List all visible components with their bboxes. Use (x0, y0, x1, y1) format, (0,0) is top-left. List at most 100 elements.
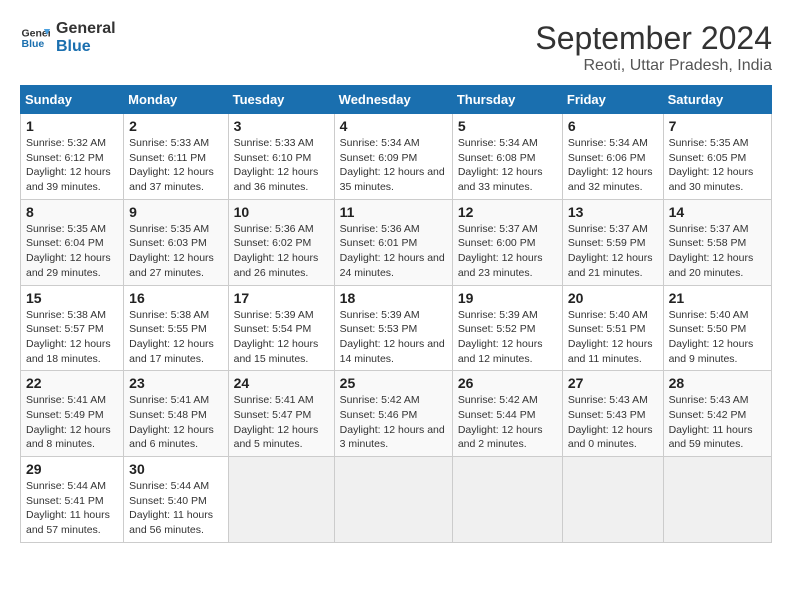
day-number: 9 (129, 204, 222, 220)
cell-details: Sunrise: 5:32 AMSunset: 6:12 PMDaylight:… (26, 137, 111, 193)
day-number: 5 (458, 118, 557, 134)
cell-details: Sunrise: 5:34 AMSunset: 6:06 PMDaylight:… (568, 137, 653, 193)
calendar-cell: 12 Sunrise: 5:37 AMSunset: 6:00 PMDayligh… (452, 199, 562, 285)
calendar-body: 1 Sunrise: 5:32 AMSunset: 6:12 PMDaylight… (21, 114, 772, 543)
calendar-cell: 29Sunrise: 5:44 AMSunset: 5:41 PMDayligh… (21, 457, 124, 543)
day-number: 14 (669, 204, 766, 220)
calendar-cell: 22Sunrise: 5:41 AMSunset: 5:49 PMDayligh… (21, 371, 124, 457)
page-subtitle: Reoti, Uttar Pradesh, India (535, 57, 772, 75)
cell-details: Sunrise: 5:38 AMSunset: 5:57 PMDaylight:… (26, 309, 111, 365)
column-header-tuesday: Tuesday (228, 86, 334, 114)
calendar-cell: 26Sunrise: 5:42 AMSunset: 5:44 PMDayligh… (452, 371, 562, 457)
calendar-cell: 27 Sunrise: 5:43 AMSunset: 5:43 PMDayligh… (562, 371, 663, 457)
calendar-week-row: 1 Sunrise: 5:32 AMSunset: 6:12 PMDaylight… (21, 114, 772, 200)
logo-icon: General Blue (20, 23, 50, 53)
day-number: 19 (458, 290, 557, 306)
day-number: 17 (234, 290, 329, 306)
calendar-week-row: 8Sunrise: 5:35 AMSunset: 6:04 PMDaylight… (21, 199, 772, 285)
cell-details: Sunrise: 5:39 AMSunset: 5:54 PMDaylight:… (234, 309, 319, 365)
calendar-cell (452, 457, 562, 543)
logo-line1: General (56, 20, 116, 38)
cell-details: Sunrise: 5:33 AMSunset: 6:10 PMDaylight:… (234, 137, 319, 193)
cell-details: Sunrise: 5:41 AMSunset: 5:48 PMDaylight:… (129, 394, 214, 450)
calendar-cell: 23 Sunrise: 5:41 AMSunset: 5:48 PMDayligh… (124, 371, 228, 457)
calendar-cell: 13Sunrise: 5:37 AMSunset: 5:59 PMDayligh… (562, 199, 663, 285)
day-number: 12 (458, 204, 557, 220)
calendar-cell: 19 Sunrise: 5:39 AMSunset: 5:52 PMDayligh… (452, 285, 562, 371)
calendar-week-row: 15 Sunrise: 5:38 AMSunset: 5:57 PMDayligh… (21, 285, 772, 371)
calendar-cell: 17 Sunrise: 5:39 AMSunset: 5:54 PMDayligh… (228, 285, 334, 371)
day-number: 27 (568, 375, 658, 391)
day-number: 1 (26, 118, 118, 134)
day-number: 7 (669, 118, 766, 134)
calendar-cell: 25 Sunrise: 5:42 AMSunset: 5:46 PMDayligh… (334, 371, 452, 457)
day-number: 11 (340, 204, 447, 220)
cell-details: Sunrise: 5:35 AMSunset: 6:03 PMDaylight:… (129, 223, 214, 279)
cell-details: Sunrise: 5:35 AMSunset: 6:05 PMDaylight:… (669, 137, 754, 193)
calendar-cell (663, 457, 771, 543)
column-header-thursday: Thursday (452, 86, 562, 114)
calendar-cell: 15 Sunrise: 5:38 AMSunset: 5:57 PMDayligh… (21, 285, 124, 371)
day-number: 21 (669, 290, 766, 306)
calendar-cell: 18 Sunrise: 5:39 AMSunset: 5:53 PMDayligh… (334, 285, 452, 371)
calendar-cell: 28 Sunrise: 5:43 AMSunset: 5:42 PMDayligh… (663, 371, 771, 457)
calendar-cell (228, 457, 334, 543)
calendar-cell: 9 Sunrise: 5:35 AMSunset: 6:03 PMDaylight… (124, 199, 228, 285)
calendar-cell: 6 Sunrise: 5:34 AMSunset: 6:06 PMDaylight… (562, 114, 663, 200)
calendar-cell: 30 Sunrise: 5:44 AMSunset: 5:40 PMDayligh… (124, 457, 228, 543)
cell-details: Sunrise: 5:33 AMSunset: 6:11 PMDaylight:… (129, 137, 214, 193)
calendar-cell: 8Sunrise: 5:35 AMSunset: 6:04 PMDaylight… (21, 199, 124, 285)
cell-details: Sunrise: 5:34 AMSunset: 6:08 PMDaylight:… (458, 137, 543, 193)
calendar-cell: 10Sunrise: 5:36 AMSunset: 6:02 PMDayligh… (228, 199, 334, 285)
logo: General Blue General Blue (20, 20, 116, 55)
header: General Blue General Blue September 2024… (20, 20, 772, 75)
column-header-sunday: Sunday (21, 86, 124, 114)
day-number: 30 (129, 461, 222, 477)
day-number: 2 (129, 118, 222, 134)
cell-details: Sunrise: 5:43 AMSunset: 5:42 PMDaylight:… (669, 394, 753, 450)
column-header-wednesday: Wednesday (334, 86, 452, 114)
cell-details: Sunrise: 5:42 AMSunset: 5:44 PMDaylight:… (458, 394, 543, 450)
calendar-cell: 1 Sunrise: 5:32 AMSunset: 6:12 PMDaylight… (21, 114, 124, 200)
calendar-week-row: 22Sunrise: 5:41 AMSunset: 5:49 PMDayligh… (21, 371, 772, 457)
day-number: 13 (568, 204, 658, 220)
day-number: 25 (340, 375, 447, 391)
cell-details: Sunrise: 5:40 AMSunset: 5:50 PMDaylight:… (669, 309, 754, 365)
calendar-cell (562, 457, 663, 543)
cell-details: Sunrise: 5:36 AMSunset: 6:01 PMDaylight:… (340, 223, 445, 279)
calendar-cell: 16 Sunrise: 5:38 AMSunset: 5:55 PMDayligh… (124, 285, 228, 371)
column-header-saturday: Saturday (663, 86, 771, 114)
page-title: September 2024 (535, 20, 772, 57)
cell-details: Sunrise: 5:43 AMSunset: 5:43 PMDaylight:… (568, 394, 653, 450)
day-number: 24 (234, 375, 329, 391)
calendar-cell: 3Sunrise: 5:33 AMSunset: 6:10 PMDaylight… (228, 114, 334, 200)
cell-details: Sunrise: 5:38 AMSunset: 5:55 PMDaylight:… (129, 309, 214, 365)
cell-details: Sunrise: 5:34 AMSunset: 6:09 PMDaylight:… (340, 137, 445, 193)
cell-details: Sunrise: 5:42 AMSunset: 5:46 PMDaylight:… (340, 394, 445, 450)
cell-details: Sunrise: 5:44 AMSunset: 5:40 PMDaylight:… (129, 480, 213, 536)
cell-details: Sunrise: 5:44 AMSunset: 5:41 PMDaylight:… (26, 480, 110, 536)
cell-details: Sunrise: 5:41 AMSunset: 5:49 PMDaylight:… (26, 394, 111, 450)
day-number: 18 (340, 290, 447, 306)
cell-details: Sunrise: 5:37 AMSunset: 6:00 PMDaylight:… (458, 223, 543, 279)
day-number: 6 (568, 118, 658, 134)
day-number: 8 (26, 204, 118, 220)
day-number: 23 (129, 375, 222, 391)
logo-line2: Blue (56, 38, 116, 56)
cell-details: Sunrise: 5:39 AMSunset: 5:53 PMDaylight:… (340, 309, 445, 365)
calendar-cell: 14 Sunrise: 5:37 AMSunset: 5:58 PMDayligh… (663, 199, 771, 285)
day-number: 16 (129, 290, 222, 306)
day-number: 10 (234, 204, 329, 220)
calendar-cell: 4 Sunrise: 5:34 AMSunset: 6:09 PMDaylight… (334, 114, 452, 200)
day-number: 15 (26, 290, 118, 306)
day-number: 28 (669, 375, 766, 391)
cell-details: Sunrise: 5:37 AMSunset: 5:58 PMDaylight:… (669, 223, 754, 279)
calendar-cell: 20Sunrise: 5:40 AMSunset: 5:51 PMDayligh… (562, 285, 663, 371)
calendar-cell: 11 Sunrise: 5:36 AMSunset: 6:01 PMDayligh… (334, 199, 452, 285)
calendar-table: SundayMondayTuesdayWednesdayThursdayFrid… (20, 85, 772, 543)
day-number: 4 (340, 118, 447, 134)
cell-details: Sunrise: 5:39 AMSunset: 5:52 PMDaylight:… (458, 309, 543, 365)
calendar-cell (334, 457, 452, 543)
calendar-week-row: 29Sunrise: 5:44 AMSunset: 5:41 PMDayligh… (21, 457, 772, 543)
column-header-friday: Friday (562, 86, 663, 114)
